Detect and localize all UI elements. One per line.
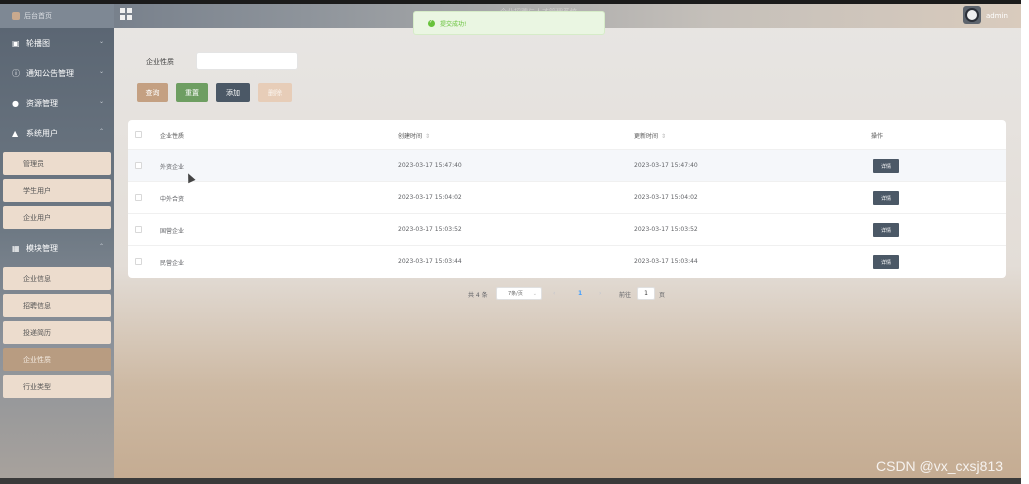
sidebar-item-admin[interactable]: 管理员 — [3, 152, 111, 175]
sidebar-group-modules[interactable]: ▦ 模块管理 ⌃ — [0, 233, 114, 263]
row-checkbox[interactable] — [135, 258, 142, 265]
table-header: 企业性质 创建时间 ⇕ 更新时间 ⇕ 操作 — [128, 120, 1006, 150]
row-checkbox[interactable] — [135, 194, 142, 201]
cell-created: 2023-03-17 15:47:40 — [398, 162, 462, 169]
cell-updated: 2023-03-17 15:04:02 — [634, 194, 698, 201]
sidebar-item-company-nature[interactable]: 企业性质 — [3, 348, 111, 371]
sidebar-group-label: 系统用户 — [26, 128, 58, 138]
sidebar-group-resources[interactable]: ● 资源管理 ⌄ — [0, 88, 114, 118]
goto-page-input[interactable]: 1 — [637, 287, 655, 300]
cell-nature: 外资企业 — [160, 164, 185, 171]
sidebar-group-users[interactable]: ▲ 系统用户 ⌃ — [0, 118, 114, 148]
chevron-up-icon: ⌃ — [98, 243, 104, 250]
sidebar-item-company-users[interactable]: 企业用户 — [3, 206, 111, 229]
user-icon: ▲ — [12, 128, 19, 138]
home-link[interactable]: 后台首页 — [0, 4, 114, 28]
sidebar-item-job-postings[interactable]: 招聘信息 — [3, 294, 111, 317]
cell-updated: 2023-03-17 15:03:52 — [634, 226, 698, 233]
home-label: 后台首页 — [24, 12, 52, 20]
select-all-checkbox[interactable] — [135, 131, 142, 138]
bottom-bar — [0, 478, 1021, 484]
chevron-down-icon: ⌄ — [98, 68, 104, 75]
chevron-down-icon: ⌄ — [98, 98, 104, 105]
chevron-down-icon: ⌄ — [98, 38, 104, 45]
toast-message: 提交成功! — [440, 20, 467, 28]
row-checkbox[interactable] — [135, 162, 142, 169]
chevron-down-icon: ⌄ — [532, 290, 537, 297]
bulb-icon: ● — [12, 98, 19, 108]
next-page-icon[interactable]: › — [599, 290, 601, 297]
menu-toggle-icon[interactable] — [120, 8, 132, 20]
sidebar: ▣ 轮播图 ⌄ ⓘ 通知公告管理 ⌄ ● 资源管理 ⌄ ▲ 系统用户 ⌃ 管理员… — [0, 28, 114, 480]
column-header: 企业性质 — [160, 133, 185, 140]
grid-icon: ▦ — [12, 243, 20, 253]
goto-label: 前往 — [619, 292, 632, 299]
column-header-label: 更新时间 — [634, 133, 659, 140]
add-button[interactable]: 添加 — [216, 83, 250, 102]
cell-created: 2023-03-17 15:03:52 — [398, 226, 462, 233]
cell-nature: 民营企业 — [160, 260, 185, 267]
data-table: 企业性质 创建时间 ⇕ 更新时间 ⇕ 操作 外资企业 2023-03-17 15:4… — [128, 120, 1006, 278]
cell-created: 2023-03-17 15:03:44 — [398, 258, 462, 265]
sidebar-item-student-users[interactable]: 学生用户 — [3, 179, 111, 202]
query-button[interactable]: 查询 — [137, 83, 168, 102]
cell-created: 2023-03-17 15:04:02 — [398, 194, 462, 201]
page-number[interactable]: 1 — [578, 290, 582, 297]
sidebar-group-label: 资源管理 — [26, 98, 58, 108]
detail-button[interactable]: 详情 — [873, 255, 899, 269]
watermark: CSDN @vx_cxsj813 — [876, 458, 1004, 474]
column-header-updated[interactable]: 更新时间 ⇕ — [634, 131, 666, 140]
company-nature-input[interactable] — [196, 52, 298, 70]
column-header-created[interactable]: 创建时间 ⇕ — [398, 131, 430, 140]
sidebar-group-notice[interactable]: ⓘ 通知公告管理 ⌄ — [0, 58, 114, 88]
success-toast: 提交成功! — [413, 11, 605, 35]
page-size-value: 7条/页 — [508, 291, 523, 297]
cell-nature: 国营企业 — [160, 228, 185, 235]
info-icon: ⓘ — [12, 68, 20, 78]
chevron-up-icon: ⌃ — [98, 128, 104, 135]
home-icon — [12, 12, 20, 20]
delete-button[interactable]: 删除 — [258, 83, 292, 102]
table-row[interactable]: 国营企业 2023-03-17 15:03:52 2023-03-17 15:0… — [128, 214, 1006, 246]
column-header: 操作 — [871, 133, 884, 140]
success-icon — [428, 19, 435, 27]
prev-page-icon[interactable]: ‹ — [553, 290, 555, 297]
cell-nature: 中外合资 — [160, 196, 185, 203]
sidebar-item-industry-type[interactable]: 行业类型 — [3, 375, 111, 398]
table-row[interactable]: 民营企业 2023-03-17 15:03:44 2023-03-17 15:0… — [128, 246, 1006, 278]
sidebar-item-resumes[interactable]: 投递简历 — [3, 321, 111, 344]
sidebar-group-carousel[interactable]: ▣ 轮播图 ⌄ — [0, 28, 114, 58]
detail-button[interactable]: 详情 — [873, 159, 899, 173]
column-header-label: 创建时间 — [398, 133, 423, 140]
sidebar-item-company-info[interactable]: 企业信息 — [3, 267, 111, 290]
detail-button[interactable]: 详情 — [873, 223, 899, 237]
table-row[interactable]: 中外合资 2023-03-17 15:04:02 2023-03-17 15:0… — [128, 182, 1006, 214]
picture-icon: ▣ — [12, 38, 20, 48]
sidebar-group-label: 通知公告管理 — [26, 68, 74, 78]
filter-label: 企业性质 — [146, 58, 174, 66]
detail-button[interactable]: 详情 — [873, 191, 899, 205]
cell-updated: 2023-03-17 15:03:44 — [634, 258, 698, 265]
sort-icon[interactable]: ⇕ — [425, 133, 430, 140]
row-checkbox[interactable] — [135, 226, 142, 233]
sidebar-group-label: 模块管理 — [26, 243, 58, 253]
reset-button[interactable]: 重置 — [176, 83, 208, 102]
sidebar-group-label: 轮播图 — [26, 38, 50, 48]
cell-updated: 2023-03-17 15:47:40 — [634, 162, 698, 169]
username[interactable]: admin — [986, 12, 1008, 20]
table-row[interactable]: 外资企业 2023-03-17 15:47:40 2023-03-17 15:4… — [128, 150, 1006, 182]
page-size-select[interactable]: 7条/页 ⌄ — [496, 287, 542, 300]
page-suffix: 页 — [659, 292, 666, 299]
right-edge — [1021, 0, 1029, 484]
pagination-total: 共 4 条 — [468, 292, 488, 299]
sort-icon[interactable]: ⇕ — [661, 133, 666, 140]
avatar[interactable] — [963, 6, 981, 24]
